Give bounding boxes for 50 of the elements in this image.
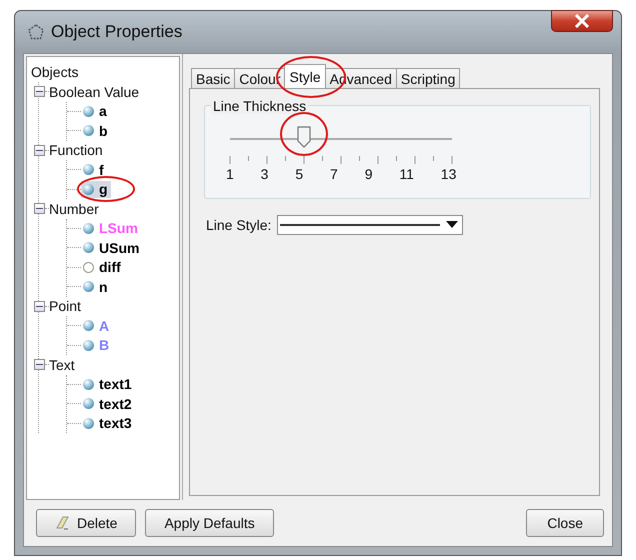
pentagon-icon xyxy=(27,23,45,41)
tree-item[interactable]: b xyxy=(81,122,111,140)
dialog-button[interactable]: Apply Defaults xyxy=(145,509,274,537)
collapse-icon[interactable] xyxy=(34,359,45,370)
item-label: g xyxy=(99,181,108,198)
tree-item[interactable]: USum xyxy=(81,239,142,256)
item-label: n xyxy=(99,278,108,295)
tree-item[interactable]: n xyxy=(81,278,111,296)
tree-category[interactable]: Point xyxy=(49,298,81,314)
tree-item[interactable]: g xyxy=(81,180,111,198)
close-icon xyxy=(574,14,590,28)
tree-item[interactable]: diff xyxy=(81,258,124,276)
slider-thumb[interactable] xyxy=(296,125,312,149)
tab[interactable]: Basic xyxy=(191,68,236,88)
dialog-button[interactable]: Close xyxy=(526,509,604,537)
line-style-label: Line Style: xyxy=(206,217,272,233)
tab[interactable]: Style xyxy=(284,64,326,88)
item-label: A xyxy=(99,318,110,334)
item-label: a xyxy=(99,103,107,120)
item-label: LSum xyxy=(99,220,138,236)
item-label: diff xyxy=(99,259,121,276)
item-label: USum xyxy=(99,240,140,256)
dialog-button[interactable]: Delete xyxy=(36,509,136,537)
caret-icon xyxy=(446,221,458,229)
tree-item[interactable]: a xyxy=(81,102,110,120)
tree-category[interactable]: Text xyxy=(49,356,75,373)
tree-item[interactable]: text3 xyxy=(81,414,135,432)
item-label: text3 xyxy=(99,415,132,432)
tree-category[interactable]: Boolean Value xyxy=(49,84,140,100)
tree-item[interactable]: f xyxy=(81,161,107,178)
collapse-icon[interactable] xyxy=(34,144,45,156)
collapse-icon[interactable] xyxy=(34,203,45,214)
line-style-dropdown[interactable] xyxy=(277,215,464,235)
group-title: Line Thickness xyxy=(211,98,308,114)
collapse-icon[interactable] xyxy=(34,86,45,98)
tree-item[interactable]: text2 xyxy=(81,395,135,412)
tree-category[interactable]: Function xyxy=(49,142,103,158)
close-button[interactable] xyxy=(551,10,613,32)
tree-item[interactable]: text1 xyxy=(81,376,135,393)
item-label: b xyxy=(99,122,108,139)
tab[interactable]: Scripting xyxy=(396,68,460,88)
window-title: Object Properties xyxy=(51,22,182,42)
scale-labels: 1 3 5 7 9 11 13 xyxy=(226,166,456,182)
tree-root[interactable]: Objects xyxy=(31,63,179,82)
item-label: text1 xyxy=(99,376,132,392)
tree-category[interactable]: Number xyxy=(49,200,99,217)
item-label: text2 xyxy=(99,396,132,412)
item-label: B xyxy=(99,337,110,354)
item-label: f xyxy=(99,162,104,178)
collapse-icon[interactable] xyxy=(34,300,45,312)
